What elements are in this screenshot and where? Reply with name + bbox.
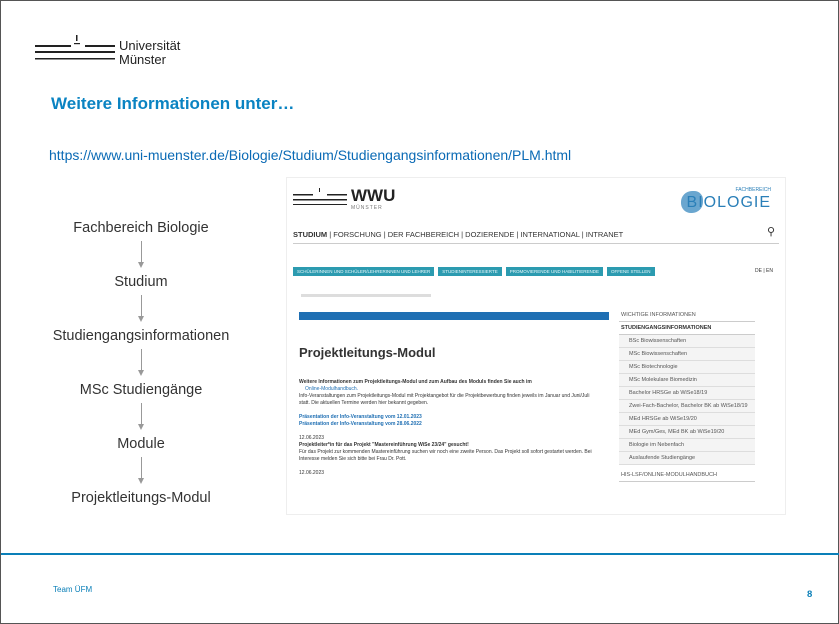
- sidebar-item[interactable]: Biologie im Nebenfach: [619, 439, 755, 452]
- nav-divider: [293, 243, 779, 244]
- chip-studieninteressierte[interactable]: STUDIENINTERESSIERTE: [438, 267, 502, 276]
- slide-heading: Weitere Informationen unter…: [51, 94, 295, 113]
- wwu-city: MÜNSTER: [351, 205, 383, 211]
- footer-team: Team ÜFM: [53, 585, 93, 594]
- news-title: Projektleiter*in für das Projekt "Master…: [299, 442, 469, 448]
- page-title: Projektleitungs-Modul: [299, 345, 436, 360]
- sidebar-item[interactable]: MSc Biotechnologie: [619, 361, 755, 374]
- sidebar-item[interactable]: Zwei-Fach-Bachelor, Bachelor BK ab WiSe1…: [619, 400, 755, 413]
- search-icon[interactable]: ⚲: [767, 225, 775, 238]
- path-step-studiengangsinformationen: Studiengangsinformationen: [52, 328, 230, 344]
- university-name-line1: Universität: [119, 38, 181, 53]
- presentation-link-2[interactable]: Präsentation der Info-Veranstaltung vom …: [299, 421, 599, 428]
- nav-international[interactable]: INTERNATIONAL: [520, 230, 579, 239]
- sidebar-item[interactable]: BSc Biowissenschaften: [619, 335, 755, 348]
- news-date: 12.06.2023: [299, 435, 325, 441]
- down-arrow-icon: [21, 453, 261, 489]
- breadcrumb: [301, 294, 431, 297]
- intro-bold: Weitere Informationen zum Projektleitung…: [299, 379, 532, 385]
- nav-studium[interactable]: STUDIUM: [293, 230, 327, 239]
- nav-forschung[interactable]: FORSCHUNG: [333, 230, 381, 239]
- language-switch[interactable]: DE | EN: [755, 268, 773, 274]
- chip-promovierende[interactable]: PROMOVIERENDE UND HABILITIERENDE: [505, 267, 603, 276]
- nav-intranet[interactable]: INTRANET: [586, 230, 624, 239]
- university-name-line2: Münster: [119, 52, 166, 67]
- nav-fachbereich[interactable]: DER FACHBEREICH: [388, 230, 459, 239]
- content-header-bar: [299, 312, 609, 320]
- sidebar-item[interactable]: Auslaufende Studiengänge: [619, 452, 755, 465]
- biologie-wordmark: BIOLOGIE: [686, 194, 771, 211]
- page-content: Weitere Informationen zum Projektleitung…: [299, 379, 599, 477]
- sidebar-section-title[interactable]: STUDIENGANGSINFORMATIONEN: [619, 322, 755, 335]
- website-screenshot: WWU MÜNSTER FACHBEREICH BIOLOGIE STUDIUM…: [286, 177, 786, 515]
- page-number: 8: [807, 589, 813, 600]
- modulhandbuch-link[interactable]: Online-Modulhandbuch.: [305, 386, 599, 393]
- down-arrow-icon: [21, 399, 261, 435]
- audience-chips: SCHÜLERINNEN UND SCHÜLER/LEHRERINNEN UND…: [293, 267, 655, 276]
- slide: Universität Münster Weitere Informatione…: [0, 0, 839, 624]
- nav-dozierende[interactable]: DOZIERENDE: [465, 230, 514, 239]
- down-arrow-icon: [21, 237, 261, 273]
- down-arrow-icon: [21, 291, 261, 327]
- presentation-link-1[interactable]: Präsentation der Info-Veranstaltung vom …: [299, 414, 599, 421]
- chip-schueler[interactable]: SCHÜLERINNEN UND SCHÜLER/LEHRERINNEN UND…: [293, 267, 435, 276]
- sidebar-item[interactable]: MSc Biowissenschaften: [619, 348, 755, 361]
- path-step-fachbereich: Fachbereich Biologie: [73, 220, 209, 236]
- footer-divider: [1, 553, 839, 555]
- sidebar-header: WICHTIGE INFORMATIONEN: [619, 309, 755, 322]
- info-sidebar: WICHTIGE INFORMATIONEN STUDIENGANGSINFOR…: [619, 309, 755, 482]
- sidebar-item[interactable]: MEd HRSGe ab WiSe19/20: [619, 413, 755, 426]
- wwu-wordmark: WWU: [351, 186, 396, 205]
- down-arrow-icon: [21, 345, 261, 381]
- wwu-logo: [293, 188, 347, 205]
- sidebar-item[interactable]: MSc Molekulare Biomedizin: [619, 374, 755, 387]
- chip-offene-stellen[interactable]: OFFENE STELLEN: [606, 267, 655, 276]
- path-step-projektleitungs-modul: Projektleitungs-Modul: [71, 490, 211, 506]
- sidebar-item[interactable]: Bachelor HRSGe ab WiSe18/19: [619, 387, 755, 400]
- path-step-studium: Studium: [114, 274, 168, 290]
- university-name: Universität Münster: [119, 39, 180, 67]
- path-step-module: Module: [117, 436, 165, 452]
- sidebar-footer-link[interactable]: HIS-LSF/ONLINE-MODULHANDBUCH: [619, 469, 755, 482]
- news-text: Für das Projekt zur kommenden Mastereinf…: [299, 449, 592, 462]
- sidebar-item[interactable]: MEd Gym/Ges, MEd BK ab WiSe19/20: [619, 426, 755, 439]
- site-nav: STUDIUM | FORSCHUNG | DER FACHBEREICH | …: [293, 230, 624, 239]
- navigation-path: Fachbereich Biologie Studium Studiengang…: [21, 219, 261, 507]
- news-date-2: 12.06.2023: [299, 470, 325, 476]
- info-url-link[interactable]: https://www.uni-muenster.de/Biologie/Stu…: [49, 147, 571, 163]
- intro-text: Info-Veranstaltungen zum Projektleitungs…: [299, 393, 590, 406]
- fachbereich-label: FACHBEREICH: [735, 187, 771, 193]
- path-step-msc: MSc Studiengänge: [79, 382, 203, 398]
